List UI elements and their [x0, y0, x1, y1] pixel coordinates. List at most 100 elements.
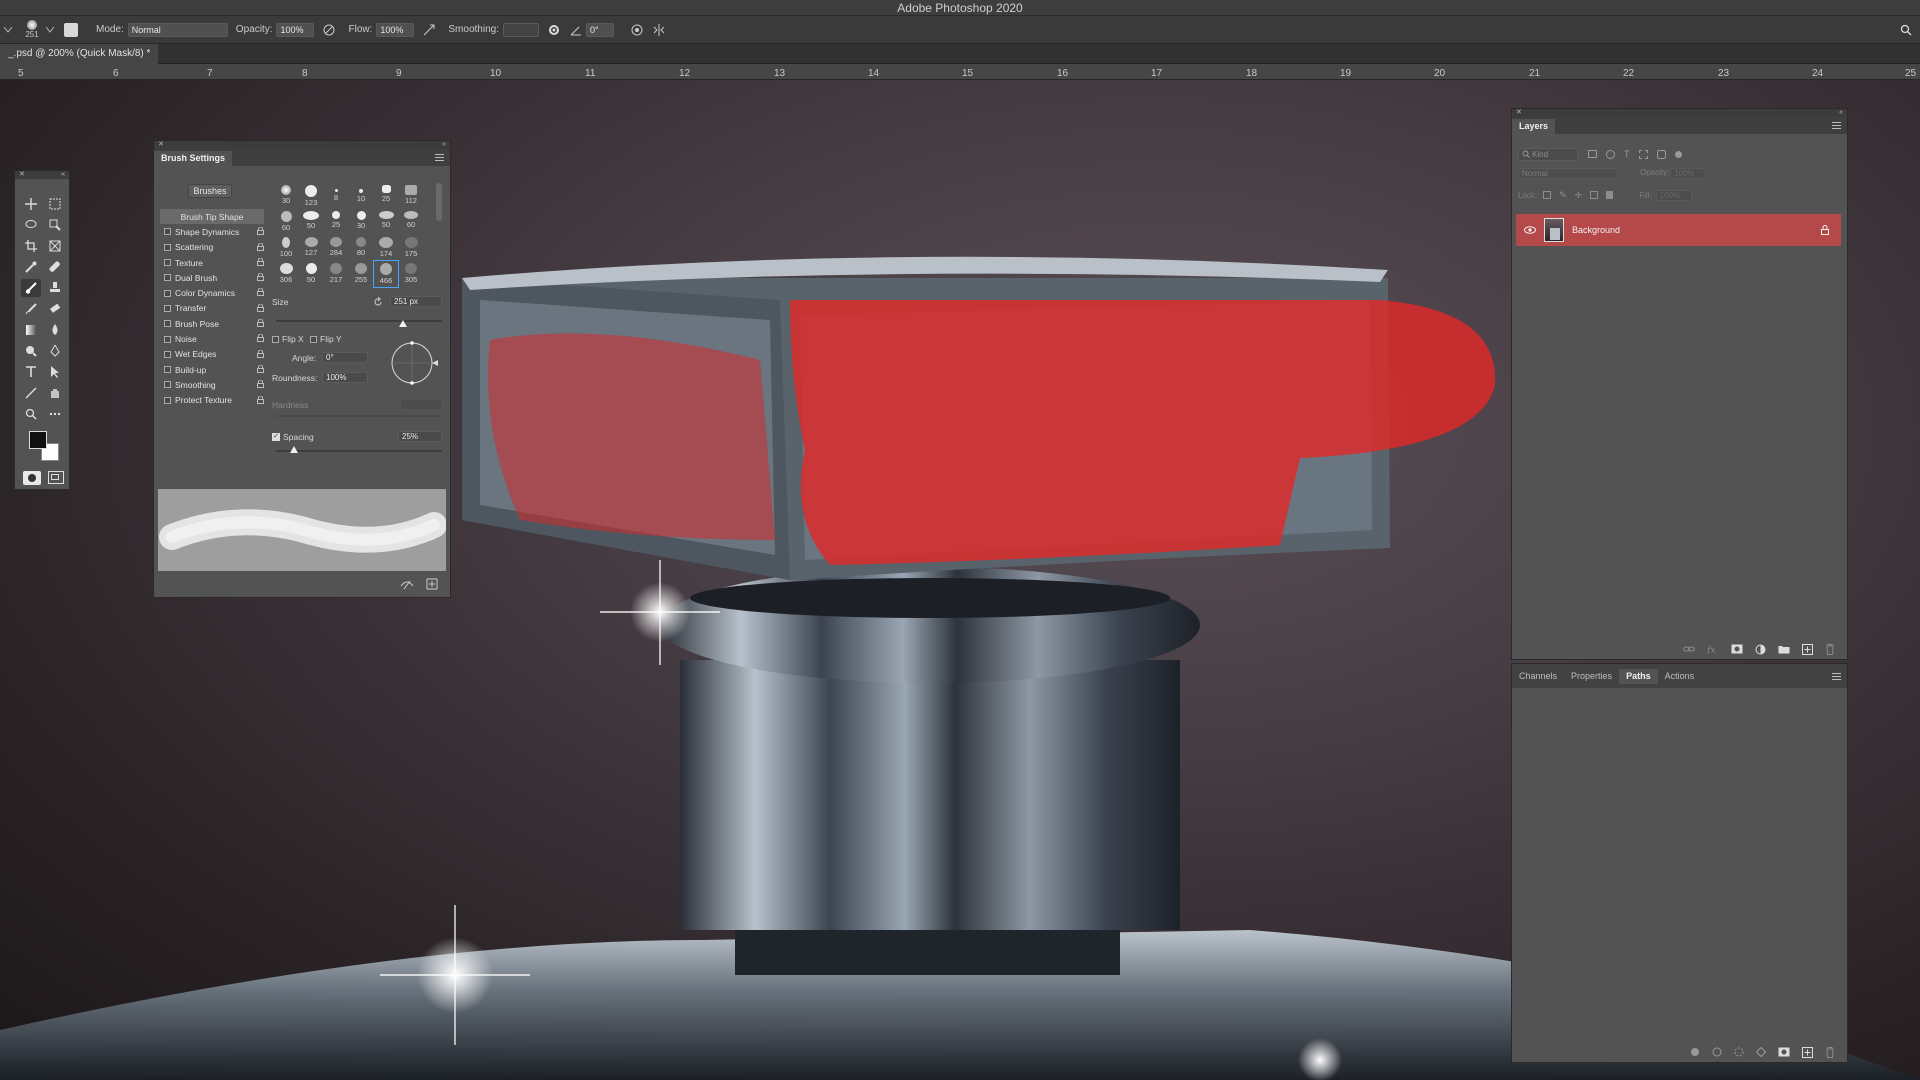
brush-tip[interactable]: 174	[374, 235, 398, 261]
option-checkbox[interactable]	[164, 228, 171, 236]
close-icon[interactable]: ✕	[1516, 109, 1522, 117]
option-checkbox[interactable]	[164, 274, 171, 282]
airbrush-icon[interactable]	[422, 23, 436, 37]
blur-tool[interactable]	[45, 321, 65, 339]
lock-icon[interactable]	[257, 395, 264, 404]
brush-tip[interactable]: 25	[324, 209, 348, 235]
zoom-tool[interactable]	[21, 405, 41, 423]
lock-all-icon[interactable]	[1606, 191, 1614, 199]
flow-field[interactable]: 100%	[376, 22, 415, 37]
brush-tip-selected[interactable]: 466	[373, 260, 399, 288]
panel-menu-icon[interactable]	[1832, 122, 1841, 129]
brush-tip[interactable]: 80	[349, 235, 373, 261]
eraser-tool[interactable]	[45, 300, 65, 318]
filter-shape-icon[interactable]	[1638, 149, 1648, 159]
move-tool[interactable]	[21, 195, 41, 213]
blend-mode-select[interactable]: Normal	[1518, 168, 1618, 179]
brush-preset-picker[interactable]: 251	[22, 20, 42, 39]
flip-x-checkbox[interactable]: Flip X	[272, 334, 304, 344]
option-checkbox[interactable]	[164, 366, 171, 374]
brush-tip[interactable]: 284	[324, 235, 348, 261]
option-wet-edges[interactable]: Wet Edges	[160, 347, 264, 362]
brush-angle-field[interactable]: 0°	[585, 22, 614, 37]
brush-tip[interactable]: 60	[399, 209, 423, 235]
collapse-icon[interactable]: «	[61, 171, 65, 179]
lock-artboard-icon[interactable]	[1590, 191, 1599, 199]
tab-layers[interactable]: Layers	[1512, 119, 1556, 134]
tab-properties[interactable]: Properties	[1564, 669, 1619, 684]
brush-settings-toggle-icon[interactable]	[64, 22, 78, 37]
history-brush-tool[interactable]	[21, 300, 41, 318]
option-checkbox[interactable]	[164, 289, 171, 297]
option-checkbox[interactable]	[164, 396, 171, 404]
brushes-button[interactable]: Brushes	[188, 184, 232, 198]
option-checkbox[interactable]	[164, 320, 171, 328]
add-mask-icon[interactable]	[1731, 644, 1743, 654]
option-shape-dynamics[interactable]: Shape Dynamics	[160, 224, 264, 239]
tab-paths[interactable]: Paths	[1619, 668, 1658, 684]
brush-tip[interactable]: 255	[349, 261, 373, 287]
brush-tip[interactable]: 127	[299, 235, 323, 261]
lock-icon[interactable]	[257, 364, 264, 373]
option-transfer[interactable]: Transfer	[160, 301, 264, 316]
lock-icon[interactable]	[257, 288, 264, 297]
option-build-up[interactable]: Build-up	[160, 362, 264, 377]
foreground-color-swatch[interactable]	[29, 431, 47, 449]
tab-brush-settings[interactable]: Brush Settings	[154, 151, 233, 166]
lock-position-icon[interactable]: ✛	[1575, 190, 1583, 201]
screen-mode-toggle[interactable]	[48, 471, 64, 484]
brush-tip[interactable]: 50	[374, 209, 398, 235]
brush-tip[interactable]: 305	[399, 261, 423, 287]
load-as-selection-icon[interactable]	[1734, 1047, 1744, 1057]
brush-tip[interactable]: 8	[324, 183, 348, 209]
pressure-size-icon[interactable]	[630, 23, 644, 37]
brush-tip[interactable]: 30	[274, 183, 298, 209]
lasso-tool[interactable]	[21, 216, 41, 234]
option-protect-texture[interactable]: Protect Texture	[160, 393, 264, 408]
angle-roundness-widget[interactable]	[388, 337, 440, 389]
brush-tip[interactable]: 123	[299, 183, 323, 209]
brush-tip[interactable]: 100	[274, 235, 298, 261]
brush-tip[interactable]: 10	[349, 183, 373, 209]
brush-tip[interactable]: 25	[374, 183, 398, 209]
new-layer-icon[interactable]	[1802, 644, 1813, 655]
horizontal-ruler[interactable]: 5 6 7 8 9 10 11 12 13 14 15 16 17 18 19 …	[0, 64, 1920, 80]
document-tab[interactable]: _.psd @ 200% (Quick Mask/8) *	[0, 44, 159, 64]
filter-type-icon[interactable]: T	[1624, 149, 1630, 159]
chevron-down-icon[interactable]	[46, 26, 54, 33]
lock-icon[interactable]	[257, 227, 264, 236]
type-tool[interactable]	[21, 363, 41, 381]
collapse-icon[interactable]: «	[442, 141, 446, 149]
gradient-tool[interactable]	[21, 321, 41, 339]
add-mask-icon[interactable]	[1778, 1047, 1790, 1057]
option-checkbox[interactable]	[164, 259, 171, 267]
lock-icon[interactable]	[257, 334, 264, 343]
new-path-icon[interactable]	[1802, 1047, 1813, 1058]
frame-tool[interactable]	[45, 237, 65, 255]
filter-pixel-icon[interactable]	[1588, 150, 1597, 158]
pen-tool[interactable]	[45, 342, 65, 360]
lock-icon[interactable]	[257, 242, 264, 251]
path-selection-tool[interactable]	[45, 363, 65, 381]
marquee-tool[interactable]	[45, 195, 65, 213]
filter-adjustment-icon[interactable]	[1606, 149, 1615, 159]
size-slider-track[interactable]	[276, 320, 442, 322]
more-tools[interactable]	[45, 405, 65, 423]
tab-channels[interactable]: Channels	[1512, 669, 1564, 684]
option-scattering[interactable]: Scattering	[160, 240, 264, 255]
create-new-brush-icon[interactable]	[426, 578, 438, 590]
flip-y-checkbox[interactable]: Flip Y	[310, 334, 342, 344]
size-field[interactable]: 251 px	[390, 296, 442, 307]
option-brush-tip-shape[interactable]: Brush Tip Shape	[160, 209, 264, 225]
angle-field[interactable]: 0°	[322, 352, 368, 363]
panel-menu-icon[interactable]	[1832, 673, 1841, 680]
brush-tip[interactable]: 217	[324, 261, 348, 287]
tip-grid-scrollbar[interactable]	[436, 183, 442, 221]
option-checkbox[interactable]	[164, 381, 171, 389]
healing-brush-tool[interactable]	[45, 258, 65, 276]
reset-size-icon[interactable]	[373, 297, 383, 307]
filter-toggle-icon[interactable]	[1674, 150, 1682, 158]
close-icon[interactable]: ✕	[19, 171, 25, 179]
adjustment-layer-icon[interactable]	[1755, 644, 1766, 655]
gear-icon[interactable]	[547, 23, 561, 37]
